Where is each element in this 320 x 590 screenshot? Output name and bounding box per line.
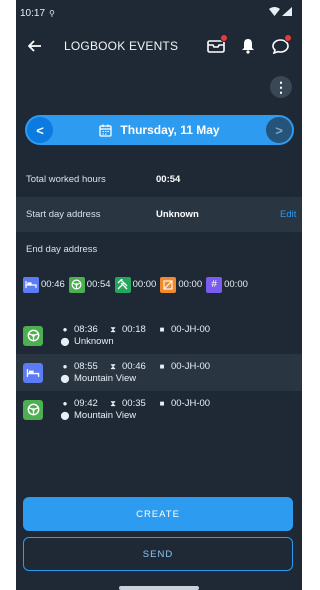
back-arrow-icon (28, 40, 41, 52)
mailbox-badge (220, 34, 228, 42)
legend-item-driving: 00:54 (68, 276, 111, 293)
legend-value: 00:00 (132, 279, 157, 290)
legend-item-break: 00:00 (160, 276, 203, 293)
end-address-label: End day address (26, 244, 98, 255)
event-details: ● 08:55 ⧗ 00:46 ■ 00-JH-00 ⬤ Mountain Vi… (60, 360, 211, 385)
event-row[interactable]: ● 09:42 ⧗ 00:35 ■ 00-JH-00 ⬤ Mountain Vi… (16, 391, 302, 428)
event-location: Mountain View (74, 372, 137, 384)
clock-icon: ● (62, 398, 68, 408)
event-location: Unknown (74, 335, 114, 347)
legend-value: 00:54 (86, 279, 111, 290)
legend-item-work: 00:00 (114, 276, 157, 293)
date-display[interactable]: Thursday, 11 May (99, 123, 220, 137)
location-pin-icon: ⬤ (60, 373, 70, 383)
clock: 10:17 (20, 7, 46, 19)
bed-icon (23, 362, 43, 383)
start-address-value: Unknown (156, 209, 199, 220)
event-plate: 00-JH-00 (171, 360, 211, 372)
notifications-button[interactable] (232, 31, 264, 61)
location-pin-icon: ⬤ (60, 410, 70, 420)
event-plate: 00-JH-00 (171, 323, 211, 335)
calendar-icon (99, 124, 113, 137)
mailbox-button[interactable] (200, 31, 232, 61)
app-screen: 10:17 ⚲ LOGBOOK EVENTS ⋮ < Thursday, 11 … (16, 0, 302, 590)
back-button[interactable] (24, 35, 46, 57)
legend-item-other: # 00:00 (206, 276, 248, 293)
legend-value: 00:00 (178, 279, 203, 290)
legend-value: 00:46 (41, 279, 65, 290)
page-title: LOGBOOK EVENTS (64, 39, 179, 53)
worked-hours-value: 00:54 (156, 174, 181, 185)
bell-icon (242, 39, 254, 54)
pause-icon (160, 276, 177, 293)
end-address-row: End day address (16, 232, 302, 267)
wifi-icon (269, 7, 280, 19)
event-location: Mountain View (74, 409, 137, 421)
legend-value: 00:00 (224, 279, 248, 290)
create-button[interactable]: CREATE (23, 497, 293, 531)
location-pin-icon: ⬤ (60, 336, 70, 346)
truck-icon: ■ (159, 398, 165, 408)
more-options-button[interactable]: ⋮ (270, 76, 292, 98)
chevron-left-icon: < (36, 122, 44, 138)
steering-wheel-icon (23, 399, 43, 420)
notification-icon: ⚲ (49, 8, 55, 18)
clock-icon: ● (62, 361, 68, 371)
send-button[interactable]: SEND (23, 537, 293, 571)
previous-day-button[interactable]: < (27, 117, 53, 143)
event-duration: 00:18 (122, 323, 146, 335)
hourglass-icon: ⧗ (110, 324, 116, 334)
day-summary: Total worked hours 00:54 Start day addre… (16, 162, 302, 267)
signal-icon (282, 7, 292, 19)
event-details: ● 08:36 ⧗ 00:18 ■ 00-JH-00 ⬤ Unknown (60, 323, 211, 348)
bed-icon (23, 276, 39, 293)
truck-icon: ■ (159, 324, 165, 334)
event-duration: 00:35 (122, 397, 146, 409)
clock-icon: ● (62, 324, 68, 334)
menu-row: ⋮ (16, 66, 302, 108)
current-date: Thursday, 11 May (120, 123, 220, 137)
steering-wheel-icon (68, 276, 85, 293)
app-bar: LOGBOOK EVENTS (16, 26, 302, 66)
activity-totals: 00:46 00:54 00:00 00:00 # 00:00 (16, 267, 302, 302)
event-duration: 00:46 (122, 360, 146, 372)
chevron-right-icon: > (275, 122, 283, 138)
date-navigator: < Thursday, 11 May > (25, 115, 294, 145)
messages-badge (284, 34, 292, 42)
event-details: ● 09:42 ⧗ 00:35 ■ 00-JH-00 ⬤ Mountain Vi… (60, 397, 211, 422)
gesture-handle (119, 586, 199, 590)
event-time: 08:36 (74, 323, 98, 335)
hammer-icon (114, 276, 131, 293)
more-vertical-icon: ⋮ (274, 78, 288, 95)
event-time: 08:55 (74, 360, 98, 372)
hourglass-icon: ⧗ (110, 398, 116, 408)
event-plate: 00-JH-00 (171, 397, 211, 409)
legend-item-rest: 00:46 (23, 276, 65, 293)
edit-start-address-link[interactable]: Edit (280, 209, 296, 220)
event-row[interactable]: ● 08:55 ⧗ 00:46 ■ 00-JH-00 ⬤ Mountain Vi… (16, 354, 302, 391)
event-list: ● 08:36 ⧗ 00:18 ■ 00-JH-00 ⬤ Unknown ● 0… (16, 317, 302, 428)
messages-button[interactable] (264, 31, 296, 61)
event-time: 09:42 (74, 397, 98, 409)
event-row[interactable]: ● 08:36 ⧗ 00:18 ■ 00-JH-00 ⬤ Unknown (16, 317, 302, 354)
next-day-button[interactable]: > (266, 117, 292, 143)
hash-icon: # (206, 276, 223, 293)
start-address-row: Start day address Unknown Edit (16, 197, 302, 232)
worked-hours-row: Total worked hours 00:54 (16, 162, 302, 197)
truck-icon: ■ (159, 361, 165, 371)
worked-hours-label: Total worked hours (26, 174, 106, 185)
hourglass-icon: ⧗ (110, 361, 116, 371)
steering-wheel-icon (23, 325, 43, 346)
status-bar: 10:17 ⚲ (16, 0, 302, 26)
start-address-label: Start day address (26, 209, 101, 220)
